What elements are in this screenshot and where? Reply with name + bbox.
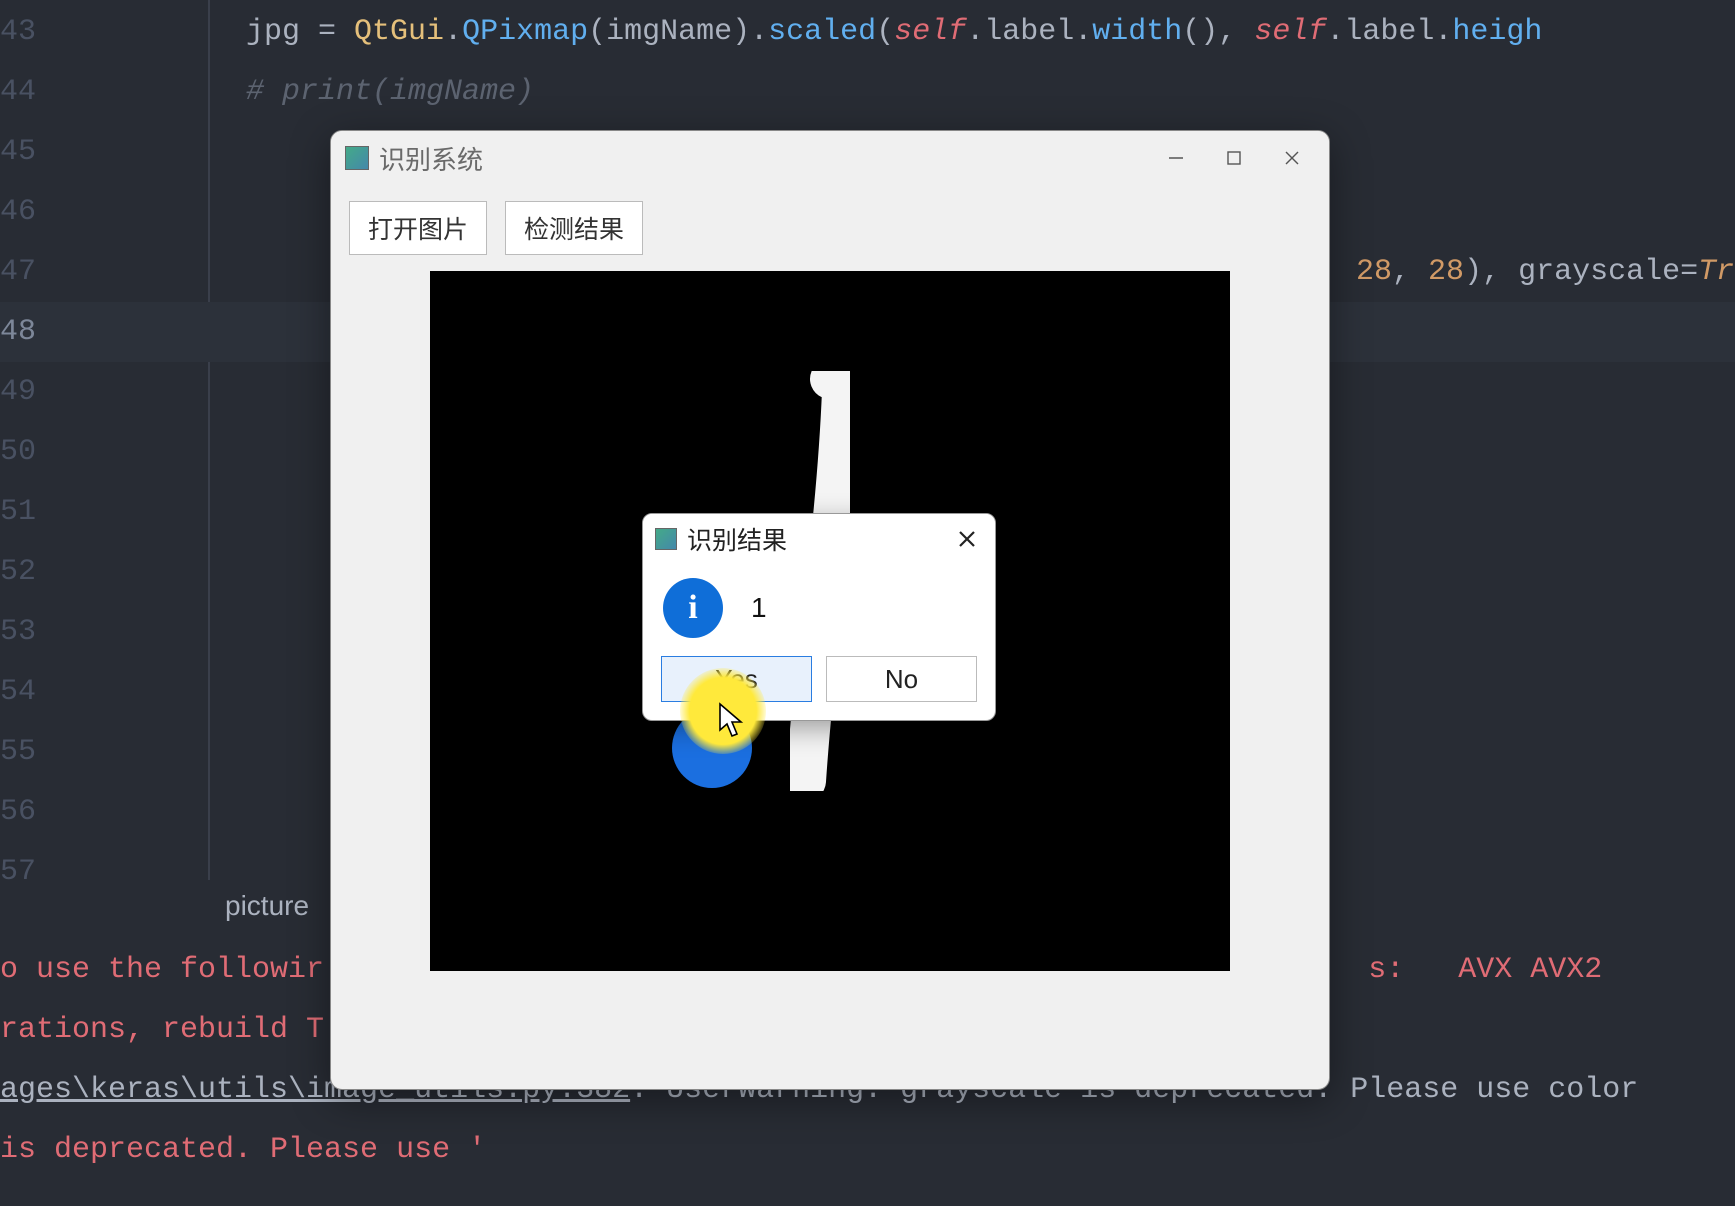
dialog-body: i 1 bbox=[643, 564, 995, 656]
dialog-title: 识别结果 bbox=[687, 521, 787, 557]
line-number: 55 bbox=[0, 722, 36, 782]
code-line: jpg = QtGui.QPixmap(imgName).scaled(self… bbox=[36, 2, 1735, 62]
line-number: 43 bbox=[0, 2, 36, 62]
result-dialog: 识别结果 i 1 Yes No bbox=[642, 513, 996, 721]
line-number: 57 bbox=[0, 842, 36, 902]
terminal-line: is deprecated. Please use ' bbox=[0, 1120, 1735, 1180]
breadcrumb-label[interactable]: picture bbox=[225, 890, 309, 922]
detect-result-button[interactable]: 检测结果 bbox=[505, 201, 643, 255]
dialog-button-row: Yes No bbox=[643, 656, 995, 720]
open-image-button[interactable]: 打开图片 bbox=[349, 201, 487, 255]
line-number: 51 bbox=[0, 482, 36, 542]
line-number: 53 bbox=[0, 602, 36, 662]
yes-button[interactable]: Yes bbox=[661, 656, 812, 702]
line-number-active: 48 bbox=[0, 302, 36, 362]
info-icon: i bbox=[663, 578, 723, 638]
maximize-button[interactable] bbox=[1205, 138, 1263, 178]
app-title: 识别系统 bbox=[379, 140, 483, 177]
line-number: 45 bbox=[0, 122, 36, 182]
line-number: 52 bbox=[0, 542, 36, 602]
dialog-titlebar[interactable]: 识别结果 bbox=[643, 514, 995, 564]
line-number: 49 bbox=[0, 362, 36, 422]
close-button[interactable] bbox=[1263, 138, 1321, 178]
line-number-gutter: 43 44 45 46 47 48 49 50 51 52 53 54 55 5… bbox=[0, 0, 36, 880]
dialog-icon bbox=[655, 528, 677, 550]
dialog-close-button[interactable] bbox=[947, 519, 987, 559]
app-titlebar[interactable]: 识别系统 bbox=[331, 131, 1329, 185]
line-number: 47 bbox=[0, 242, 36, 302]
app-icon bbox=[345, 146, 369, 170]
dialog-result-text: 1 bbox=[751, 592, 767, 624]
app-toolbar: 打开图片 检测结果 bbox=[331, 185, 1329, 255]
code-line: # print(imgName) bbox=[36, 62, 1735, 122]
no-button[interactable]: No bbox=[826, 656, 977, 702]
line-number: 44 bbox=[0, 62, 36, 122]
line-number: 50 bbox=[0, 422, 36, 482]
line-number: 54 bbox=[0, 662, 36, 722]
line-number: 46 bbox=[0, 182, 36, 242]
minimize-button[interactable] bbox=[1147, 138, 1205, 178]
line-number: 56 bbox=[0, 782, 36, 842]
